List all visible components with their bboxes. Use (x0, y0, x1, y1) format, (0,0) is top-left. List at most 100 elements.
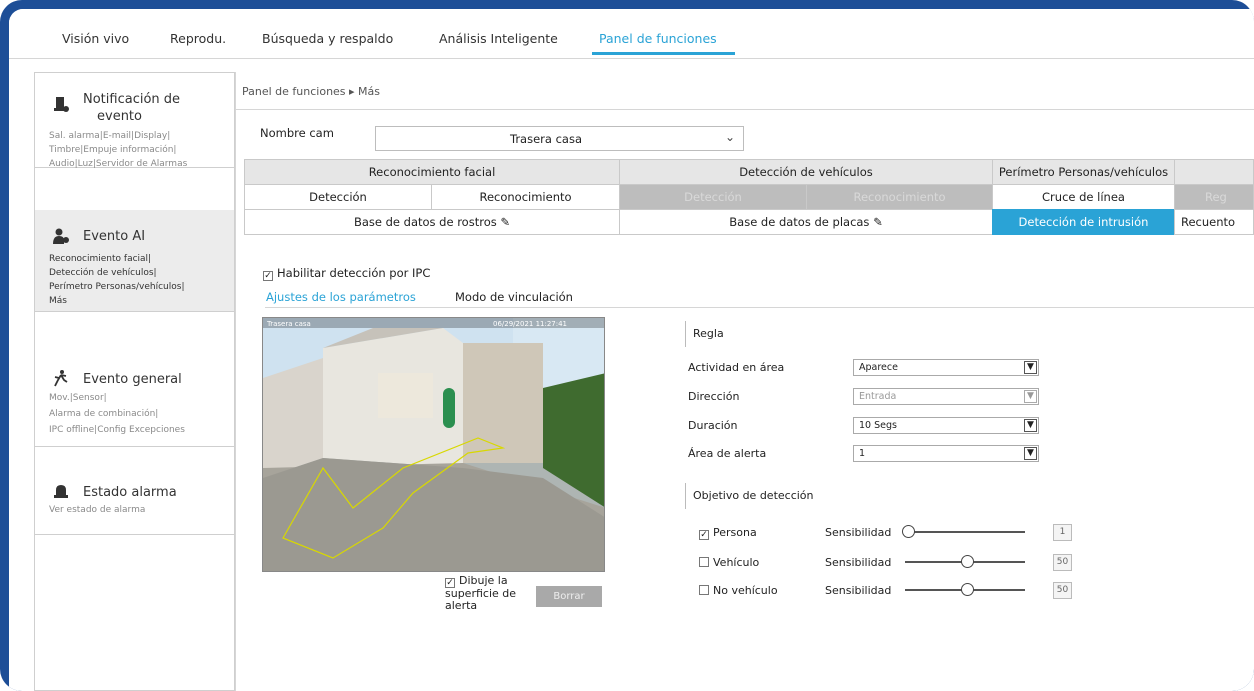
sidebar-title[interactable]: Evento general (83, 371, 182, 388)
enable-ipc-label: Habilitar detección por IPC (277, 266, 431, 280)
chevron-down-icon: ▼ (1024, 447, 1037, 460)
objective-section-title: Objetivo de detección (693, 489, 814, 502)
tab-live-view[interactable]: Visión vivo (62, 31, 129, 46)
subtab-parameter-settings[interactable]: Ajustes de los parámetros (266, 290, 416, 304)
tab-search-backup[interactable]: Búsqueda y respaldo (262, 31, 393, 46)
pencil-icon: ✎ (873, 215, 883, 229)
tab-extra[interactable] (1174, 159, 1254, 185)
vehicle-checkbox[interactable] (699, 557, 709, 567)
chevron-down-icon: ▼ (1024, 361, 1037, 374)
vehicle-sensitivity-value[interactable]: 50 (1053, 554, 1072, 571)
target-non-vehicle-row: No vehículo (699, 584, 778, 597)
sidebar-link[interactable]: Sal. alarma|E-mail|Display| (49, 131, 170, 141)
tab-region: Reg (1174, 184, 1254, 210)
tab-face-recognition[interactable]: Reconocimiento facial (244, 159, 620, 185)
motion-icon (51, 369, 71, 389)
tab-face-recognition-sub[interactable]: Reconocimiento (431, 184, 620, 210)
sidebar-link[interactable]: Audio|Luz|Servidor de Alarmas (49, 159, 187, 169)
clear-button[interactable]: Borrar (536, 586, 602, 607)
rule-section-title: Regla (693, 327, 724, 340)
sidebar-title[interactable]: Notificación de (83, 91, 180, 108)
video-osd-left: Trasera casa (266, 320, 311, 328)
tab-playback[interactable]: Reprodu. (170, 31, 226, 46)
enable-ipc-row: ✓ Habilitar detección por IPC (263, 266, 430, 281)
tab-label: Base de datos de placas (729, 215, 870, 229)
alert-area-select[interactable]: 1 ▼ (853, 445, 1039, 462)
slider-knob[interactable] (961, 583, 974, 596)
slider-knob[interactable] (961, 555, 974, 568)
sidebar-group-general-event: Evento general Mov.|Sensor| Alarma de co… (35, 355, 234, 447)
sidebar-link[interactable]: Detección de vehículos| (49, 268, 157, 278)
tab-intelligent-analysis[interactable]: Análisis Inteligente (439, 31, 558, 46)
subtab-linkage-mode[interactable]: Modo de vinculación (455, 290, 573, 304)
tab-plate-database[interactable]: Base de datos de placas ✎ (619, 209, 993, 235)
sidebar-link[interactable]: Reconocimiento facial| (49, 254, 151, 264)
field-label: Dirección (688, 390, 740, 403)
draw-alert-row: ✓ Dibuje la superficie de alerta (445, 575, 516, 612)
tab-perimeter[interactable]: Perímetro Personas/vehículos (992, 159, 1175, 185)
video-osd-right: 06/29/2021 11:27:41 (493, 320, 567, 328)
sidebar-group-event-notification: Notificación de evento Sal. alarma|E-mai… (35, 73, 234, 169)
camera-select[interactable]: Trasera casa ⌄ (375, 126, 744, 151)
enable-ipc-checkbox[interactable]: ✓ (263, 271, 273, 281)
breadcrumb: Panel de funciones ▸ Más (242, 85, 381, 98)
chevron-down-icon: ▼ (1024, 419, 1037, 432)
select-value: Entrada (859, 391, 897, 402)
tab-face-database[interactable]: Base de datos de rostros ✎ (244, 209, 620, 235)
select-value: 1 (859, 448, 866, 459)
sidebar-link[interactable]: Más (49, 296, 67, 306)
select-value: Aparece (859, 362, 898, 373)
person-sensitivity-value[interactable]: 1 (1053, 524, 1072, 541)
non-vehicle-sensitivity-value[interactable]: 50 (1053, 582, 1072, 599)
slider-knob[interactable] (902, 525, 915, 538)
sidebar-link[interactable]: IPC offline|Config Excepciones (49, 425, 185, 435)
sidebar-group-alarm-status: Estado alarma Ver estado de alarma (35, 475, 234, 535)
objective-section-marker (685, 483, 686, 509)
sidebar-title-line2[interactable]: evento (97, 108, 142, 125)
video-preview[interactable]: Trasera casa 06/29/2021 11:27:41 (262, 317, 605, 572)
camera-label: Nombre cam (260, 126, 334, 140)
tab-vehicle-detection[interactable]: Detección de vehículos (619, 159, 993, 185)
target-label: No vehículo (713, 584, 778, 597)
person-sensitivity-slider[interactable] (905, 531, 1025, 533)
tab-function-panel[interactable]: Panel de funciones (599, 31, 717, 46)
divider (235, 72, 236, 691)
target-person-row: ✓ Persona (699, 526, 757, 540)
camera-scene: Trasera casa 06/29/2021 11:27:41 (263, 318, 604, 571)
rule-section-marker (685, 321, 686, 347)
tab-line-crossing[interactable]: Cruce de línea (992, 184, 1175, 210)
field-label: Área de alerta (688, 447, 767, 460)
sidebar-title[interactable]: Estado alarma (83, 484, 177, 501)
tab-vehicle-recognition-sub: Reconocimiento (806, 184, 993, 210)
duration-select[interactable]: 10 Segs ▼ (853, 417, 1039, 434)
pencil-icon: ✎ (500, 215, 511, 229)
direction-select: Entrada ▼ (853, 388, 1039, 405)
draw-alert-label-1: Dibuje la (459, 574, 508, 587)
sidebar-link[interactable]: Ver estado de alarma (49, 505, 145, 515)
sidebar-title[interactable]: Evento AI (83, 228, 145, 245)
divider (265, 307, 1254, 308)
sidebar-link[interactable]: Mov.|Sensor| (49, 393, 107, 403)
outer-frame: Visión vivo Reprodu. Búsqueda y respaldo… (0, 0, 1254, 691)
tab-counting[interactable]: Recuento (1174, 209, 1254, 235)
active-tab-indicator (592, 52, 735, 55)
field-label: Actividad en área (688, 361, 785, 374)
tab-vehicle-detection-sub: Detección (619, 184, 807, 210)
chevron-down-icon: ▼ (1024, 390, 1037, 403)
top-navigation: Visión vivo Reprodu. Búsqueda y respaldo… (9, 9, 1254, 59)
camera-select-value: Trasera casa (509, 132, 582, 146)
sidebar: Notificación de evento Sal. alarma|E-mai… (34, 72, 235, 691)
draw-alert-label-3: alerta (445, 599, 478, 612)
sidebar-link[interactable]: Alarma de combinación| (49, 409, 158, 419)
activity-select[interactable]: Aparece ▼ (853, 359, 1039, 376)
divider (235, 109, 1254, 110)
sensitivity-label: Sensibilidad (825, 584, 892, 597)
sidebar-link[interactable]: Perímetro Personas/vehículos| (49, 282, 184, 292)
ai-person-icon (51, 227, 71, 247)
person-checkbox[interactable]: ✓ (699, 530, 709, 540)
sidebar-link[interactable]: Timbre|Empuje información| (49, 145, 176, 155)
non-vehicle-checkbox[interactable] (699, 585, 709, 595)
tab-face-detection[interactable]: Detección (244, 184, 432, 210)
sensitivity-label: Sensibilidad (825, 556, 892, 569)
tab-intrusion-detection[interactable]: Detección de intrusión (992, 209, 1175, 235)
